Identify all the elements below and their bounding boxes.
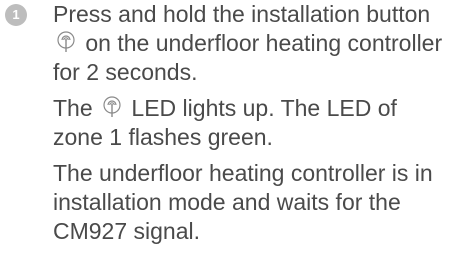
instruction-step-text: Press and hold the installation button o… [53, 0, 453, 87]
led-text-pre: The [53, 95, 93, 121]
instruction-content: Press and hold the installation button o… [53, 0, 453, 253]
step-text-pre: Press and hold the installation button [53, 1, 431, 27]
installation-antenna-icon [55, 31, 77, 53]
installation-antenna-icon [101, 96, 123, 118]
led-status-text: The LED lights up. The LED of zone 1 fla… [53, 94, 453, 152]
step-text-post: on the underfloor heating controller for… [53, 30, 443, 85]
result-text: The underfloor heating controller is in … [53, 160, 433, 244]
step-number-badge: 1 [5, 4, 27, 26]
